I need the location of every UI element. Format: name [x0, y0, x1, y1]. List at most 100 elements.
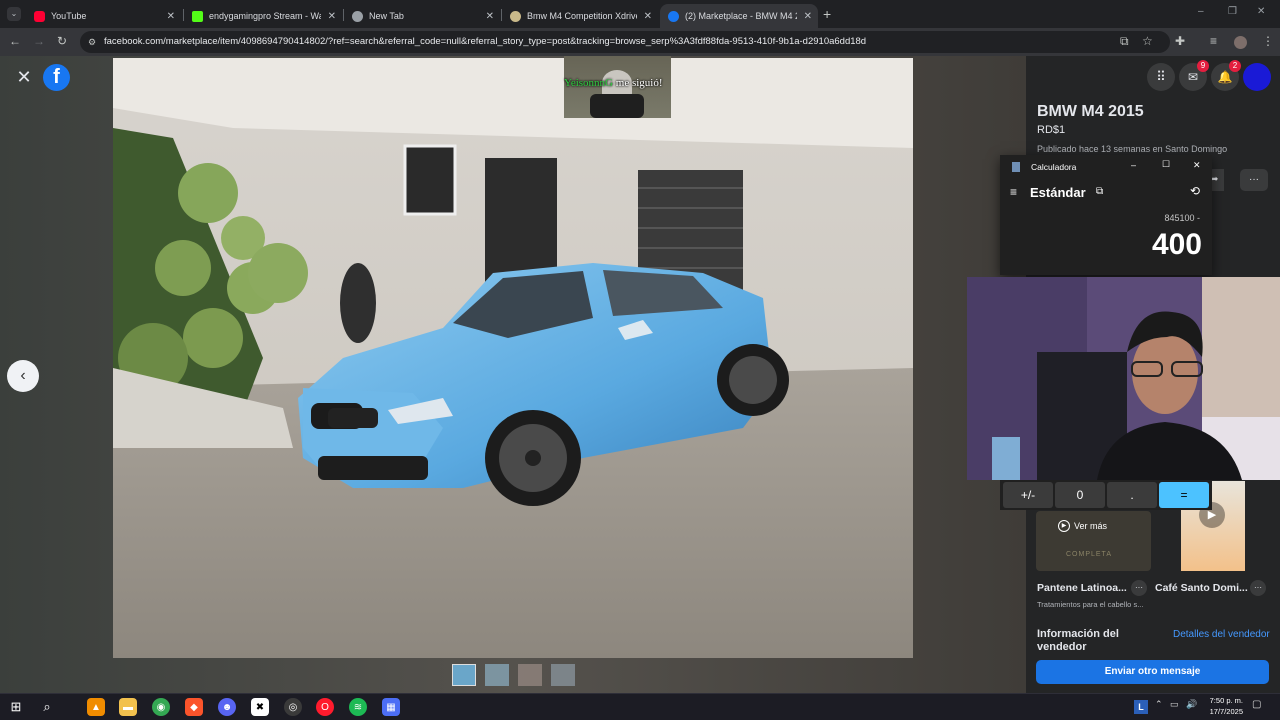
tab-bmw-m4[interactable]: Bmw M4 Competition Xdrive ✕: [502, 4, 658, 28]
suggestion-more-icon[interactable]: ···: [1250, 580, 1266, 596]
listing-title: BMW M4 2015: [1037, 103, 1144, 120]
calc-minimize-icon[interactable]: –: [1131, 160, 1136, 170]
equals-key[interactable]: =: [1159, 482, 1209, 508]
obs-icon[interactable]: ◎: [284, 698, 302, 716]
webcam-overlay: [967, 277, 1280, 480]
close-tab-icon[interactable]: ✕: [804, 11, 812, 22]
search-icon[interactable]: ⌕: [38, 698, 56, 716]
calc-close-icon[interactable]: ✕: [1193, 160, 1201, 171]
close-tab-icon[interactable]: ✕: [486, 11, 494, 22]
decimal-key[interactable]: .: [1107, 482, 1157, 508]
close-tab-icon[interactable]: ✕: [644, 11, 652, 22]
tab-marketplace[interactable]: (2) Marketplace - BMW M4 2015 ✕: [660, 4, 818, 28]
facebook-logo[interactable]: f: [43, 64, 70, 91]
keep-on-top-icon[interactable]: ⧉: [1096, 186, 1103, 197]
tab-title: (2) Marketplace - BMW M4 2015: [685, 11, 797, 21]
video-icon: ▶: [1058, 520, 1070, 532]
maximize-window-icon[interactable]: ❐: [1228, 6, 1237, 17]
language-indicator[interactable]: L: [1134, 700, 1148, 714]
profile-avatar[interactable]: [1234, 36, 1247, 49]
tab-youtube[interactable]: YouTube ✕: [26, 4, 181, 28]
kick-icon: [192, 10, 203, 22]
calculator-mode: Estándar: [1030, 185, 1086, 200]
tab-title: YouTube: [51, 11, 87, 21]
calculator-icon[interactable]: ▦: [382, 698, 400, 716]
reading-list-icon[interactable]: ≡: [1210, 34, 1217, 48]
negate-key[interactable]: +/-: [1003, 482, 1053, 508]
menu-grid-icon[interactable]: ⠿: [1147, 63, 1175, 91]
notification-center-icon[interactable]: ▢: [1252, 699, 1261, 710]
close-viewer-button[interactable]: ✕: [10, 63, 38, 91]
seller-details-link[interactable]: Detalles del vendedor: [1173, 629, 1270, 640]
extensions-icon[interactable]: ✚: [1175, 34, 1185, 48]
close-window-icon[interactable]: ✕: [1257, 6, 1265, 17]
product-image-text: COMPLETA: [1066, 551, 1112, 558]
thumbnail[interactable]: [485, 664, 509, 686]
install-app-icon[interactable]: ⧉: [1120, 34, 1129, 49]
close-tab-icon[interactable]: ✕: [167, 11, 175, 22]
volume-icon[interactable]: 🔊: [1186, 699, 1197, 710]
hamburger-menu-icon[interactable]: ≡: [1010, 185, 1017, 199]
tab-new-tab[interactable]: New Tab ✕: [344, 4, 500, 28]
share-button[interactable]: ➦: [1210, 169, 1224, 191]
tab-kick[interactable]: endygamingpro Stream - Watch ✕: [184, 4, 342, 28]
capcut-icon[interactable]: ✖: [251, 698, 269, 716]
photo-viewer: ✕ f YeisonnnG me siguió! ‹: [0, 56, 1026, 693]
spotify-icon[interactable]: ≋: [349, 698, 367, 716]
browser-toolbar: ← → ↻ ⚙ facebook.com/marketplace/item/40…: [0, 28, 1280, 56]
suggestion-name[interactable]: Pantene Latinoa...: [1037, 582, 1127, 594]
tab-search-icon[interactable]: ⌄: [7, 7, 21, 21]
zero-key[interactable]: 0: [1055, 482, 1105, 508]
thumbnail[interactable]: [518, 664, 542, 686]
thumbnail[interactable]: [551, 664, 575, 686]
follower-name: YeisonnnG: [564, 77, 614, 89]
suggestion-more-icon[interactable]: ···: [1131, 580, 1147, 596]
brave-icon[interactable]: ◆: [185, 698, 203, 716]
close-tab-icon[interactable]: ✕: [328, 11, 336, 22]
suggestion-card-pantene[interactable]: COMPLETA ▶ Ver más: [1036, 511, 1151, 571]
calculator-display: 400: [1151, 228, 1202, 261]
car-photo-image: [113, 58, 913, 658]
calculator-keypad-row: +/- 0 . =: [1000, 480, 1212, 510]
opera-icon[interactable]: O: [316, 698, 334, 716]
calc-maximize-icon[interactable]: ☐: [1162, 159, 1170, 170]
forward-icon[interactable]: →: [33, 34, 45, 48]
kebab-menu-icon[interactable]: ⋮: [1262, 34, 1274, 48]
calculator-app-icon: [1012, 162, 1020, 172]
back-icon[interactable]: ←: [9, 34, 21, 48]
photo-thumbnails: [452, 664, 576, 688]
network-icon[interactable]: ▭: [1170, 699, 1179, 710]
ver-mas-overlay[interactable]: ▶ Ver más: [1058, 520, 1107, 532]
clock-date[interactable]: 17/7/2025: [1203, 707, 1243, 716]
thumbnail[interactable]: [452, 664, 476, 686]
webcam-person-image: [967, 277, 1280, 480]
tab-title: Bmw M4 Competition Xdrive: [527, 11, 637, 21]
chrome-icon[interactable]: ◉: [152, 698, 170, 716]
discord-icon[interactable]: ☻: [218, 698, 236, 716]
tab-title: endygamingpro Stream - Watch: [209, 11, 321, 21]
listing-posted-info: Publicado hace 13 semanas en Santo Domin…: [1037, 144, 1228, 154]
windows-start-icon[interactable]: ⊞: [7, 698, 25, 716]
suggestion-name[interactable]: Café Santo Domi...: [1155, 582, 1248, 594]
tray-overflow-icon[interactable]: ⌃: [1155, 699, 1163, 710]
send-message-button[interactable]: Enviar otro mensaje: [1036, 660, 1269, 684]
site-info-icon[interactable]: ⚙: [88, 31, 96, 53]
facebook-icon: [668, 10, 679, 22]
more-options-button[interactable]: ···: [1240, 169, 1268, 191]
listing-photo: [113, 58, 913, 658]
new-tab-button[interactable]: +: [823, 6, 831, 22]
file-explorer-icon[interactable]: ▬: [119, 698, 137, 716]
address-bar[interactable]: ⚙ facebook.com/marketplace/item/40986947…: [80, 31, 1170, 53]
reload-icon[interactable]: ↻: [57, 34, 67, 48]
clock-time[interactable]: 7:50 p. m.: [1203, 696, 1243, 705]
stream-follow-alert: YeisonnnG me siguió!: [564, 56, 671, 132]
calculator-expression: 845100 -: [1164, 213, 1200, 223]
vlc-icon[interactable]: ▲: [87, 698, 105, 716]
previous-photo-button[interactable]: ‹: [7, 360, 39, 392]
site-icon: [510, 10, 521, 22]
listing-price: RD$1: [1037, 124, 1066, 136]
minimize-window-icon[interactable]: –: [1198, 6, 1204, 17]
history-icon[interactable]: ⟲: [1190, 184, 1200, 198]
bookmark-star-icon[interactable]: ☆: [1142, 34, 1153, 48]
account-avatar[interactable]: [1243, 63, 1271, 91]
